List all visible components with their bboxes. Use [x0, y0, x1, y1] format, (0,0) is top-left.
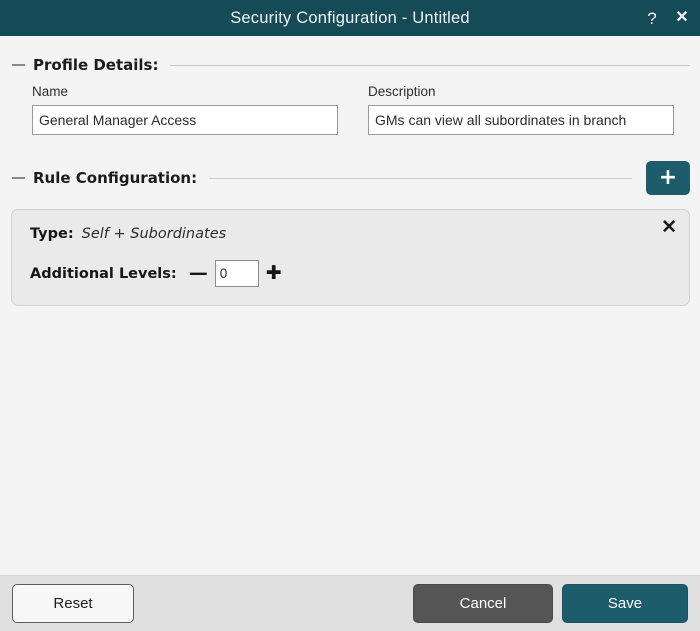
description-input[interactable] [368, 105, 674, 135]
additional-levels-row: Additional Levels: — ✚ [30, 260, 671, 287]
profile-fields-row: Name Description [0, 74, 700, 135]
collapse-toggle-icon[interactable] [12, 64, 25, 66]
rule-type-value: Self + Subordinates [81, 226, 227, 242]
collapse-toggle-icon[interactable] [12, 177, 25, 179]
save-button[interactable]: Save [562, 584, 688, 623]
name-field-group: Name [32, 84, 338, 135]
security-configuration-dialog: Security Configuration - Untitled ? ✕ Pr… [0, 0, 700, 631]
increment-icon[interactable]: ✚ [266, 264, 282, 283]
rule-type-row: Type: Self + Subordinates [30, 226, 671, 242]
rule-configuration-label: Rule Configuration: [33, 169, 198, 187]
remove-rule-icon[interactable]: ✕ [661, 218, 677, 237]
dialog-body: Profile Details: Name Description Rule C… [0, 36, 700, 575]
rule-configuration-header: Rule Configuration: + [0, 161, 700, 195]
name-label: Name [32, 84, 69, 99]
add-rule-button[interactable]: + [646, 161, 690, 195]
legend-divider [209, 177, 632, 179]
profile-details-header: Profile Details: [0, 56, 700, 74]
rule-card: ✕ Type: Self + Subordinates Additional L… [11, 209, 690, 306]
titlebar: Security Configuration - Untitled ? ✕ [0, 0, 700, 36]
dialog-footer: Reset Cancel Save [0, 575, 700, 631]
decrement-icon[interactable]: — [189, 264, 208, 283]
cancel-button[interactable]: Cancel [413, 584, 553, 623]
help-icon[interactable]: ? [642, 7, 662, 29]
description-field-group: Description [368, 84, 674, 135]
close-icon[interactable]: ✕ [672, 7, 692, 29]
reset-button[interactable]: Reset [12, 584, 134, 623]
additional-levels-label: Additional Levels: [30, 265, 177, 282]
profile-details-section: Profile Details: Name Description [0, 36, 700, 135]
titlebar-controls: ? ✕ [642, 0, 692, 36]
legend-divider [170, 64, 690, 66]
additional-levels-input[interactable] [214, 260, 259, 287]
rules-list: ✕ Type: Self + Subordinates Additional L… [0, 195, 700, 306]
rule-configuration-section: Rule Configuration: + ✕ Type: Self + Sub… [0, 135, 700, 306]
name-input[interactable] [32, 105, 338, 135]
rule-type-label: Type: [30, 226, 74, 242]
profile-details-label: Profile Details: [33, 56, 159, 74]
window-title: Security Configuration - Untitled [230, 8, 470, 27]
description-label: Description [368, 84, 436, 99]
additional-levels-stepper: — ✚ [189, 260, 282, 287]
